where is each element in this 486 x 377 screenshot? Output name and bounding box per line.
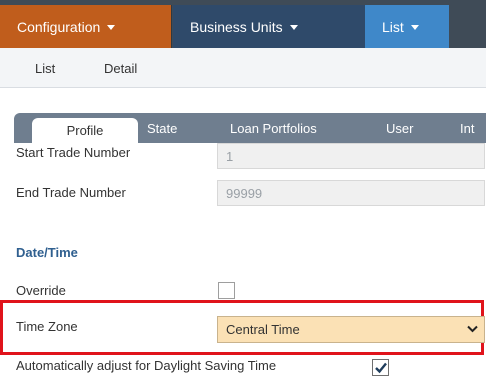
caret-down-icon — [410, 25, 419, 30]
start-trade-field: 1 — [217, 143, 485, 169]
time-zone-select[interactable]: Central Time — [217, 316, 485, 343]
end-trade-label: End Trade Number — [16, 185, 126, 200]
detail-tabs: Profile State Loan Portfolios User Int — [14, 113, 486, 143]
dst-label: Automatically adjust for Daylight Saving… — [16, 358, 277, 373]
start-trade-value: 1 — [226, 149, 234, 164]
sub-nav: List Detail — [0, 48, 486, 88]
business-units-menu[interactable]: Business Units — [173, 5, 365, 48]
business-units-label: Business Units — [190, 18, 283, 35]
tab-profile-label: Profile — [66, 123, 104, 138]
section-datetime: Date/Time — [16, 245, 78, 260]
tab-loan-portfolios[interactable]: Loan Portfolios — [230, 121, 317, 136]
tab-partial[interactable]: Int — [460, 121, 474, 136]
start-trade-label: Start Trade Number — [16, 145, 131, 160]
caret-down-icon — [107, 25, 116, 30]
dst-checkbox[interactable] — [372, 359, 389, 376]
tab-state[interactable]: State — [147, 121, 177, 136]
chevron-down-icon — [467, 325, 478, 333]
configuration-label: Configuration — [17, 18, 101, 35]
end-trade-field: 99999 — [217, 180, 485, 206]
checkmark-icon — [375, 362, 387, 374]
configuration-menu[interactable]: Configuration — [0, 5, 172, 48]
caret-down-icon — [289, 25, 298, 30]
end-trade-value: 99999 — [226, 186, 263, 201]
top-nav: Configuration Business Units List — [0, 0, 486, 48]
tab-profile[interactable]: Profile — [32, 118, 138, 143]
tab-user[interactable]: User — [386, 121, 413, 136]
list-menu[interactable]: List — [365, 5, 449, 48]
subnav-list-link[interactable]: List — [35, 61, 55, 76]
time-zone-label: Time Zone — [16, 319, 78, 334]
list-label: List — [382, 18, 404, 35]
override-label: Override — [16, 283, 66, 298]
time-zone-value: Central Time — [226, 322, 300, 337]
subnav-detail-link[interactable]: Detail — [104, 61, 137, 76]
override-checkbox[interactable] — [218, 282, 235, 299]
